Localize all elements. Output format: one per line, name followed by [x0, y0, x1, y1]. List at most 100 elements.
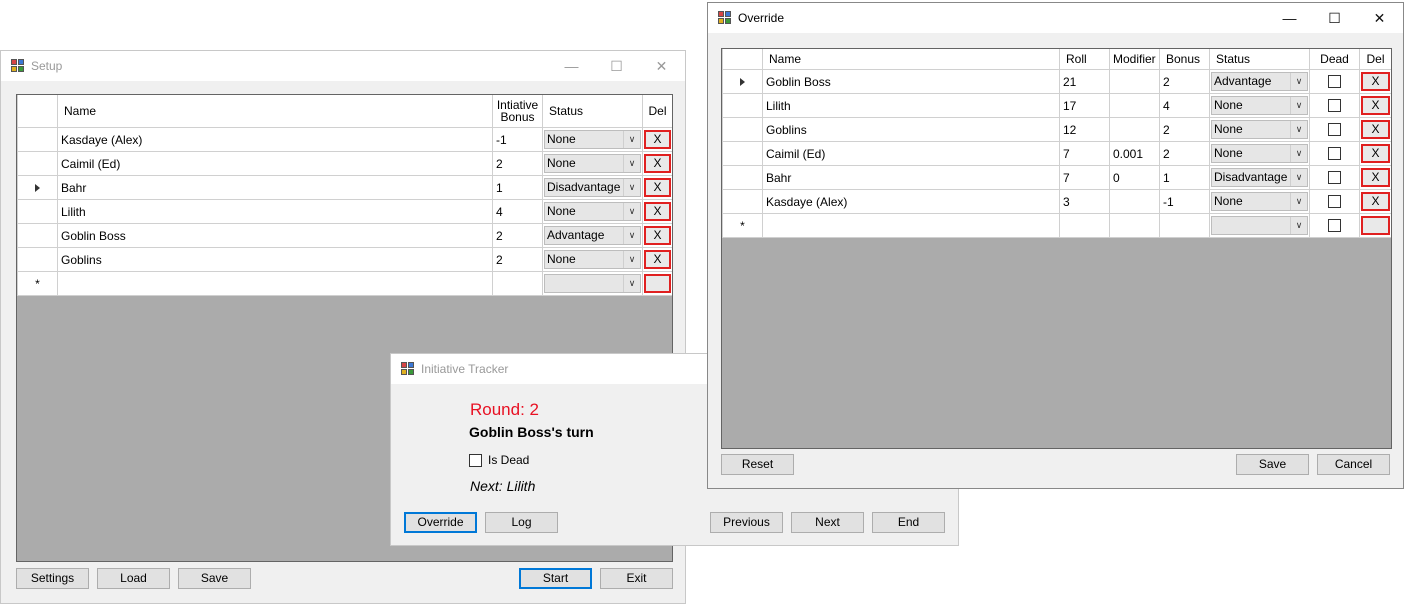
delete-row-button[interactable]	[644, 274, 671, 293]
roll-cell[interactable]: 12	[1059, 117, 1110, 142]
dead-cell[interactable]	[1309, 141, 1360, 166]
bonus-cell[interactable]	[492, 271, 543, 296]
load-button[interactable]: Load	[97, 568, 170, 589]
row-header[interactable]	[17, 199, 58, 224]
maximize-icon[interactable]: ☐	[594, 51, 639, 81]
dead-checkbox[interactable]	[1328, 123, 1341, 136]
del-cell[interactable]: X	[1359, 141, 1391, 166]
name-cell[interactable]: Caimil (Ed)	[762, 141, 1060, 166]
modifier-cell[interactable]: 0.001	[1109, 141, 1160, 166]
status-cell[interactable]: ∨	[1209, 213, 1310, 238]
row-header[interactable]	[17, 223, 58, 248]
status-dropdown[interactable]: None ∨	[1211, 192, 1308, 211]
status-cell[interactable]: Advantage ∨	[1209, 69, 1310, 94]
name-cell[interactable]: Kasdaye (Alex)	[57, 127, 493, 152]
del-cell[interactable]: X	[642, 127, 672, 152]
dead-checkbox[interactable]	[1328, 99, 1341, 112]
table-row[interactable]: Kasdaye (Alex) -1 None ∨ X	[17, 127, 672, 152]
start-button[interactable]: Start	[519, 568, 592, 589]
modifier-cell[interactable]	[1109, 117, 1160, 142]
status-cell[interactable]: Advantage ∨	[542, 223, 643, 248]
dead-cell[interactable]	[1309, 213, 1360, 238]
status-cell[interactable]: None ∨	[542, 247, 643, 272]
name-cell[interactable]: Goblin Boss	[57, 223, 493, 248]
del-cell[interactable]: X	[1359, 69, 1391, 94]
bonus-cell[interactable]: 2	[492, 223, 543, 248]
table-row[interactable]: Bahr 7 0 1 Disadvantage ∨ X	[722, 165, 1391, 190]
row-header[interactable]	[722, 93, 763, 118]
minimize-icon[interactable]: —	[549, 51, 594, 81]
minimize-icon[interactable]: —	[1267, 3, 1312, 33]
bonus-cell[interactable]: 1	[1159, 165, 1210, 190]
status-dropdown[interactable]: None ∨	[1211, 96, 1308, 115]
del-cell[interactable]: X	[1359, 117, 1391, 142]
exit-button[interactable]: Exit	[600, 568, 673, 589]
row-header[interactable]	[17, 175, 58, 200]
dead-checkbox[interactable]	[1328, 75, 1341, 88]
modifier-cell[interactable]	[1109, 93, 1160, 118]
status-dropdown[interactable]: Advantage ∨	[1211, 72, 1308, 91]
status-cell[interactable]: ∨	[542, 271, 643, 296]
modifier-cell[interactable]	[1109, 69, 1160, 94]
delete-row-button[interactable]: X	[644, 250, 671, 269]
status-cell[interactable]: None ∨	[1209, 141, 1310, 166]
status-cell[interactable]: None ∨	[1209, 93, 1310, 118]
del-cell[interactable]: X	[642, 223, 672, 248]
status-dropdown[interactable]: None ∨	[1211, 120, 1308, 139]
dead-checkbox[interactable]	[1328, 195, 1341, 208]
status-dropdown[interactable]: ∨	[544, 274, 641, 293]
maximize-icon[interactable]: ☐	[1312, 3, 1357, 33]
delete-row-button[interactable]: X	[1361, 120, 1390, 139]
name-cell[interactable]: Goblins	[762, 117, 1060, 142]
dead-checkbox[interactable]	[1328, 171, 1341, 184]
column-header-dead[interactable]: Dead	[1309, 49, 1360, 70]
end-button[interactable]: End	[872, 512, 945, 533]
column-header-status[interactable]: Status	[1209, 49, 1310, 70]
column-header-bonus[interactable]: Bonus	[1159, 49, 1210, 70]
table-row[interactable]: Goblin Boss 21 2 Advantage ∨ X	[722, 69, 1391, 94]
modifier-cell[interactable]: 0	[1109, 165, 1160, 190]
row-header[interactable]	[722, 189, 763, 214]
delete-row-button[interactable]: X	[644, 154, 671, 173]
column-header-del[interactable]: Del	[1359, 49, 1391, 70]
name-cell[interactable]	[57, 271, 493, 296]
close-icon[interactable]: ✕	[1357, 3, 1402, 33]
dead-cell[interactable]	[1309, 93, 1360, 118]
bonus-cell[interactable]: 2	[492, 247, 543, 272]
bonus-cell[interactable]: 2	[1159, 141, 1210, 166]
name-cell[interactable]	[762, 213, 1060, 238]
status-dropdown[interactable]: Advantage ∨	[544, 226, 641, 245]
column-header-roll[interactable]: Roll	[1059, 49, 1110, 70]
del-cell[interactable]: X	[642, 199, 672, 224]
column-header-del[interactable]: Del	[642, 95, 672, 128]
settings-button[interactable]: Settings	[16, 568, 89, 589]
delete-row-button[interactable]: X	[644, 226, 671, 245]
roll-cell[interactable]: 7	[1059, 165, 1110, 190]
dead-cell[interactable]	[1309, 165, 1360, 190]
modifier-cell[interactable]	[1109, 189, 1160, 214]
delete-row-button[interactable]: X	[1361, 96, 1390, 115]
bonus-cell[interactable]: -1	[1159, 189, 1210, 214]
bonus-cell[interactable]: 2	[1159, 117, 1210, 142]
del-cell[interactable]: X	[642, 151, 672, 176]
new-row[interactable]: * ∨	[17, 271, 672, 296]
row-header[interactable]	[17, 127, 58, 152]
setup-titlebar[interactable]: Setup — ☐ ✕	[1, 51, 685, 81]
column-header-name[interactable]: Name	[762, 49, 1060, 70]
dead-checkbox[interactable]	[1328, 219, 1341, 232]
row-header[interactable]	[17, 151, 58, 176]
del-cell[interactable]: X	[642, 247, 672, 272]
status-dropdown[interactable]: None ∨	[544, 154, 641, 173]
status-cell[interactable]: Disadvantage ∨	[542, 175, 643, 200]
name-cell[interactable]: Lilith	[762, 93, 1060, 118]
column-header-modifier[interactable]: Modifier	[1109, 49, 1160, 70]
del-cell[interactable]	[1359, 213, 1391, 238]
table-row[interactable]: Lilith 4 None ∨ X	[17, 199, 672, 224]
row-header[interactable]	[722, 165, 763, 190]
roll-cell[interactable]: 17	[1059, 93, 1110, 118]
status-cell[interactable]: None ∨	[542, 151, 643, 176]
bonus-cell[interactable]: 2	[492, 151, 543, 176]
override-grid[interactable]: Name Roll Modifier Bonus Status Dead Del…	[721, 48, 1392, 449]
dead-cell[interactable]	[1309, 189, 1360, 214]
roll-cell[interactable]	[1059, 213, 1110, 238]
